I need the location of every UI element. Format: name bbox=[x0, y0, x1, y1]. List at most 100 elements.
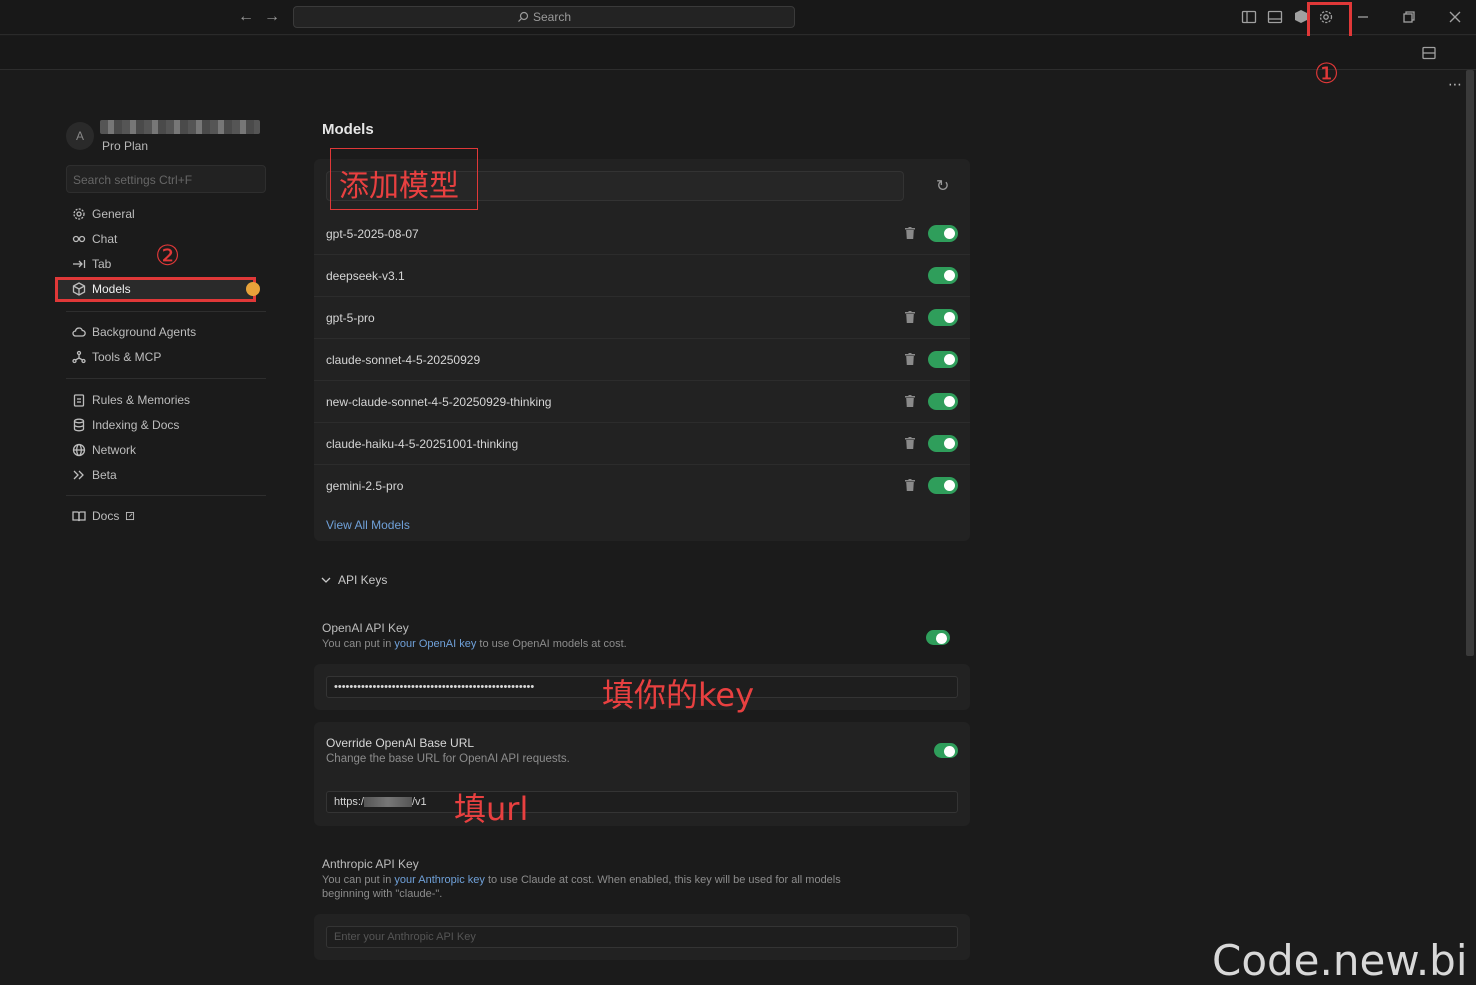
trash-icon[interactable] bbox=[905, 394, 915, 407]
trash-icon[interactable] bbox=[905, 310, 915, 323]
sidebar-item-label: Models bbox=[92, 282, 131, 296]
anthropic-key-link[interactable]: your Anthropic key bbox=[394, 874, 485, 886]
model-name: deepseek-v3.1 bbox=[326, 269, 405, 283]
sidebar-item-network[interactable]: Network bbox=[72, 440, 136, 460]
model-row: new-claude-sonnet-4-5-20250929-thinking bbox=[314, 381, 970, 423]
annotation-fill-url: 填url bbox=[454, 790, 529, 828]
sidebar-divider bbox=[66, 495, 266, 496]
back-arrow-icon[interactable]: ← bbox=[238, 8, 254, 26]
sidebar-item-models[interactable]: Models bbox=[72, 279, 131, 299]
model-name: gpt-5-2025-08-07 bbox=[326, 227, 419, 241]
anthropic-key-label: Anthropic API Key bbox=[322, 857, 419, 871]
sidebar-item-label: General bbox=[92, 207, 135, 221]
model-row: gemini-2.5-pro bbox=[314, 465, 970, 507]
layout-icon[interactable] bbox=[1421, 45, 1437, 61]
cloud-icon bbox=[72, 327, 86, 337]
model-row: claude-sonnet-4-5-20250929 bbox=[314, 339, 970, 381]
sidebar-item-label: Network bbox=[92, 443, 137, 457]
sidebar-item-indexing-docs[interactable]: Indexing & Docs bbox=[72, 415, 179, 435]
openai-key-desc: You can put in your OpenAI key to use Op… bbox=[322, 638, 627, 650]
override-url-toggle[interactable] bbox=[934, 743, 958, 758]
book-icon bbox=[72, 511, 86, 522]
more-icon[interactable]: ⋯ bbox=[1448, 76, 1463, 93]
model-toggle[interactable] bbox=[928, 267, 958, 284]
sidebar-item-tab[interactable]: Tab bbox=[72, 254, 111, 274]
tab-arrow-icon bbox=[73, 260, 86, 268]
search-icon bbox=[518, 11, 529, 22]
page-title: Models bbox=[322, 121, 374, 138]
command-search[interactable]: Search bbox=[293, 6, 795, 28]
external-link-icon bbox=[126, 511, 135, 521]
model-toggle[interactable] bbox=[928, 309, 958, 326]
gear-icon bbox=[73, 208, 85, 220]
desc-text: beginning with "claude-". bbox=[322, 888, 443, 900]
panel-bottom-icon[interactable] bbox=[1267, 9, 1283, 25]
desc-text: to use Claude at cost. When enabled, thi… bbox=[484, 874, 841, 886]
sidebar-item-chat[interactable]: Chat bbox=[72, 229, 117, 249]
model-name: new-claude-sonnet-4-5-20250929-thinking bbox=[326, 395, 552, 409]
model-name: claude-haiku-4-5-20251001-thinking bbox=[326, 437, 519, 451]
openai-key-link[interactable]: your OpenAI key bbox=[394, 638, 476, 650]
minimize-icon[interactable] bbox=[1355, 9, 1371, 25]
sidebar-item-tools-mcp[interactable]: Tools & MCP bbox=[72, 347, 161, 367]
close-icon[interactable] bbox=[1447, 9, 1463, 25]
model-row: deepseek-v3.1 bbox=[314, 255, 970, 297]
model-toggle[interactable] bbox=[928, 393, 958, 410]
sidebar-item-label: Docs bbox=[92, 509, 120, 523]
model-name: gemini-2.5-pro bbox=[326, 479, 404, 493]
model-name: claude-sonnet-4-5-20250929 bbox=[326, 353, 481, 367]
chevrons-icon bbox=[73, 470, 84, 480]
sidebar-item-label: Background Agents bbox=[92, 325, 197, 339]
api-keys-header: API Keys bbox=[338, 573, 388, 587]
api-keys-section-toggle[interactable]: API Keys bbox=[320, 573, 387, 587]
model-row: claude-haiku-4-5-20251001-thinking bbox=[314, 423, 970, 465]
chevron-down-icon bbox=[321, 577, 331, 583]
plan-label: Pro Plan bbox=[102, 139, 149, 153]
annotation-circle-1: ① bbox=[1314, 57, 1340, 90]
model-row: gpt-5-pro bbox=[314, 297, 970, 339]
forward-arrow-icon[interactable]: → bbox=[264, 8, 280, 26]
trash-icon[interactable] bbox=[905, 226, 915, 239]
model-toggle[interactable] bbox=[928, 477, 958, 494]
notification-dot bbox=[246, 282, 260, 296]
sidebar-item-background-agents[interactable]: Background Agents bbox=[72, 322, 196, 342]
override-url-label: Override OpenAI Base URL bbox=[326, 736, 475, 750]
desc-text: You can put in bbox=[322, 874, 395, 886]
view-all-models-link[interactable]: View All Models bbox=[326, 518, 410, 532]
openai-key-toggle[interactable] bbox=[926, 630, 950, 645]
sidebar-item-beta[interactable]: Beta bbox=[72, 465, 117, 485]
secondary-toolbar: ⋯ bbox=[0, 36, 1476, 92]
search-label: Search bbox=[532, 10, 572, 24]
trash-icon[interactable] bbox=[905, 352, 915, 365]
model-toggle[interactable] bbox=[928, 351, 958, 368]
annotation-circle-2: ② bbox=[155, 239, 181, 272]
sidebar-divider bbox=[66, 311, 266, 312]
globe-icon bbox=[72, 443, 86, 457]
nodes-icon bbox=[72, 350, 86, 364]
avatar: A bbox=[66, 122, 94, 150]
sidebar-item-docs[interactable]: Docs bbox=[72, 506, 135, 526]
override-url-desc: Change the base URL for OpenAI API reque… bbox=[326, 753, 570, 765]
title-bar: ← → Search bbox=[0, 0, 1476, 35]
trash-icon[interactable] bbox=[905, 478, 915, 491]
clipboard-icon bbox=[73, 394, 85, 407]
sidebar-item-rules-memories[interactable]: Rules & Memories bbox=[72, 390, 190, 410]
url-blurred-part bbox=[363, 797, 412, 808]
anthropic-key-field[interactable]: Enter your Anthropic API Key bbox=[326, 926, 958, 948]
desc-text: to use OpenAI models at cost. bbox=[476, 638, 627, 650]
url-suffix: /v1 bbox=[411, 796, 427, 808]
refresh-icon[interactable]: ↻ bbox=[936, 176, 949, 196]
trash-icon[interactable] bbox=[905, 436, 915, 449]
scrollbar[interactable] bbox=[1466, 70, 1474, 656]
model-toggle[interactable] bbox=[928, 225, 958, 242]
model-name: gpt-5-pro bbox=[326, 311, 375, 325]
settings-search-input[interactable]: Search settings Ctrl+F bbox=[66, 165, 266, 193]
sidebar-left-icon[interactable] bbox=[1241, 9, 1257, 25]
sidebar-divider bbox=[66, 378, 266, 379]
sidebar-item-general[interactable]: General bbox=[72, 204, 135, 224]
restore-icon[interactable] bbox=[1401, 9, 1417, 25]
model-toggle[interactable] bbox=[928, 435, 958, 452]
base-url-field[interactable]: https:/ /v1 bbox=[326, 791, 958, 813]
account-name-blurred bbox=[100, 120, 260, 134]
sidebar-item-label: Indexing & Docs bbox=[92, 418, 180, 432]
